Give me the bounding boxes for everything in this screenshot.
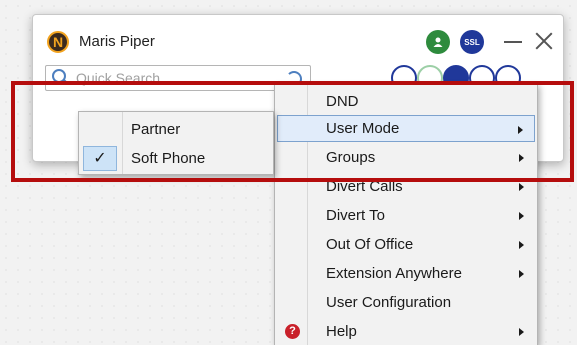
menu-item-label: DND xyxy=(326,93,359,110)
menu-item-divert-calls[interactable]: Divert Calls xyxy=(277,173,535,200)
search-input[interactable] xyxy=(74,69,278,87)
search-box[interactable] xyxy=(45,65,311,91)
menu-item-label: Divert To xyxy=(326,207,385,224)
menu-item-out-of-office[interactable]: Out Of Office xyxy=(277,231,535,258)
submenu-arrow-icon xyxy=(518,126,523,134)
menu-item-user-configuration[interactable]: User Configuration xyxy=(277,289,535,316)
submenu-arrow-icon xyxy=(519,154,524,162)
user-mode-submenu: Partner ✓ Soft Phone xyxy=(78,111,274,175)
search-icon xyxy=(52,69,66,83)
submenu-arrow-icon xyxy=(519,212,524,220)
user-status-icon[interactable] xyxy=(426,30,450,54)
main-context-menu: DND User Mode Groups Divert Calls Divert… xyxy=(274,83,538,345)
help-icon: ? xyxy=(285,324,300,339)
submenu-arrow-icon xyxy=(519,328,524,336)
user-name[interactable]: Maris Piper xyxy=(79,33,155,50)
submenu-arrow-icon xyxy=(519,241,524,249)
submenu-item-partner[interactable]: Partner xyxy=(81,116,271,143)
menu-item-label: Extension Anywhere xyxy=(326,265,462,282)
menu-item-label: Out Of Office xyxy=(326,236,414,253)
submenu-arrow-icon xyxy=(519,270,524,278)
menu-item-user-mode[interactable]: User Mode xyxy=(277,115,535,142)
menu-item-groups[interactable]: Groups xyxy=(277,144,535,171)
submenu-item-label: Partner xyxy=(131,121,181,138)
close-button[interactable] xyxy=(532,29,556,53)
menu-item-divert-to[interactable]: Divert To xyxy=(277,202,535,229)
menu-item-dnd[interactable]: DND xyxy=(277,88,535,115)
submenu-item-label: Soft Phone xyxy=(131,150,206,167)
checkmark-icon: ✓ xyxy=(83,146,117,171)
menu-item-label: User Mode xyxy=(326,120,400,137)
ssl-badge[interactable]: SSL xyxy=(460,30,484,54)
submenu-arrow-icon xyxy=(519,183,524,191)
menu-item-label: Divert Calls xyxy=(326,178,403,195)
menu-item-help[interactable]: ? Help xyxy=(277,318,535,345)
minimize-button[interactable] xyxy=(504,41,522,43)
menu-item-label: User Configuration xyxy=(326,294,452,311)
menu-item-label: Groups xyxy=(326,149,376,166)
menu-item-label: Help xyxy=(326,323,357,340)
app-logo: N xyxy=(47,31,69,53)
submenu-item-soft-phone[interactable]: ✓ Soft Phone xyxy=(81,145,271,172)
menu-item-extension-anywhere[interactable]: Extension Anywhere xyxy=(277,260,535,287)
